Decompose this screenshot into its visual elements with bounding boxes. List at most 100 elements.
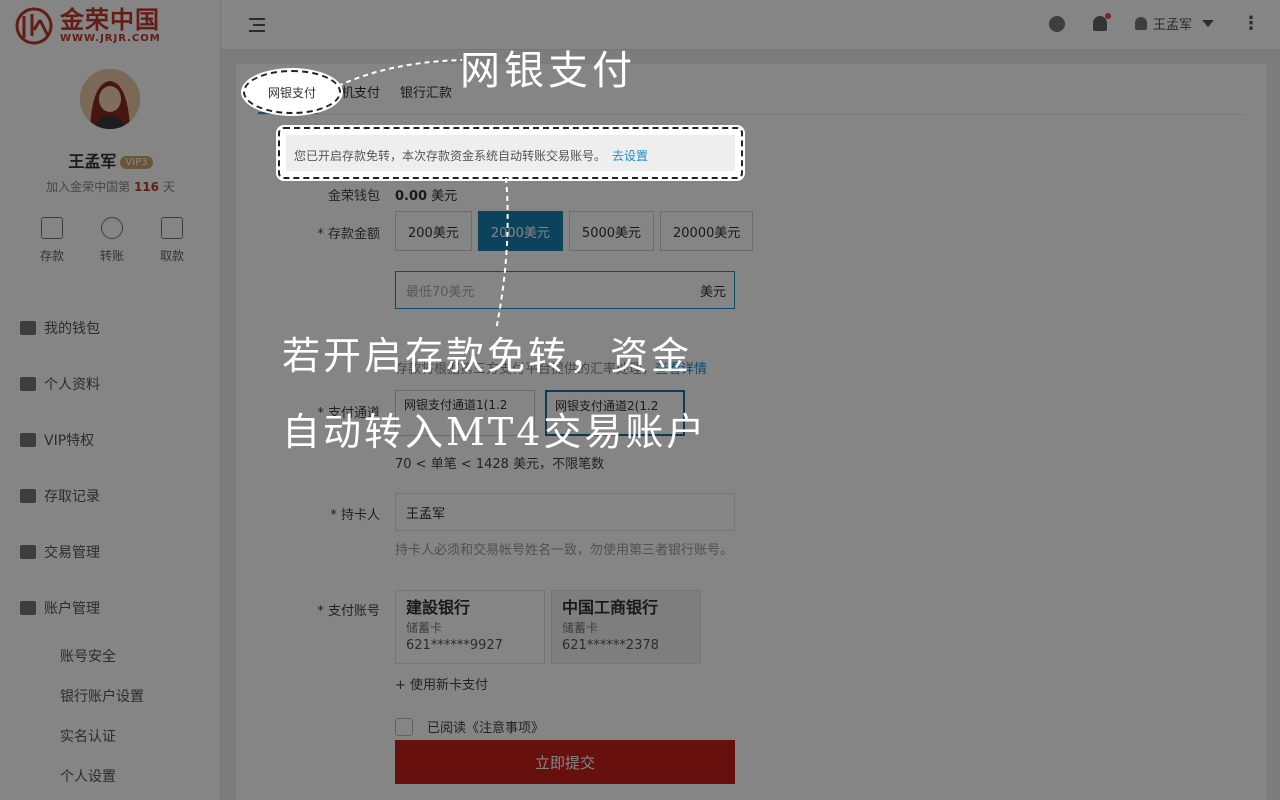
quick-withdraw[interactable]: 取款 [142, 217, 202, 264]
joined-suffix: 天 [162, 180, 175, 194]
account-label: * 支付账号 [317, 604, 380, 619]
card-type: 储蓄卡 [406, 621, 443, 635]
quick-withdraw-label: 取款 [159, 249, 184, 263]
holder-label: * 持卡人 [330, 508, 380, 523]
wallet-unit: 美元 [431, 189, 458, 204]
bank-name: 中国工商银行 [562, 598, 659, 617]
callout-line-2: 自动转入MT4交易账户 [282, 410, 708, 454]
highlight-notice-text: 您已开启存款免转，本次存款资金系统自动转账交易账号。 [294, 149, 607, 163]
sidebar-subitem-settings[interactable]: 个人设置 [0, 756, 221, 796]
menu-toggle-icon[interactable] [249, 18, 265, 32]
highlight-notice-link[interactable]: 去设置 [612, 149, 648, 163]
amount-options: 200美元 2000美元 5000美元 20000美元 [395, 211, 754, 251]
support-icon[interactable] [1048, 15, 1065, 32]
id-card-icon [20, 377, 36, 391]
list-icon [20, 489, 36, 503]
wallet-value: 0.00 [395, 189, 428, 204]
callout-title: 网银支付 [460, 48, 636, 94]
amount-label: * 存款金额 [317, 227, 380, 242]
logo-mark-icon [15, 7, 53, 45]
joined-prefix: 加入金荣中国第 [46, 180, 131, 194]
tab-divider [256, 114, 1246, 115]
joined-days: 116 [133, 180, 160, 194]
notification-bell-icon[interactable] [1092, 13, 1111, 31]
joined-days-text: 加入金荣中国第 116 天 [0, 178, 221, 195]
transfer-icon [101, 217, 123, 239]
avatar[interactable] [80, 69, 140, 129]
quick-deposit[interactable]: 存款 [22, 217, 82, 264]
highlight-notice-content: 您已开启存款免转，本次存款资金系统自动转账交易账号。 去设置 [286, 135, 735, 171]
quick-deposit-label: 存款 [39, 249, 64, 263]
amount-option-20000[interactable]: 20000美元 [660, 211, 754, 251]
sidebar-subitem-verification[interactable]: 实名认证 [0, 716, 221, 756]
sidebar-item-label: 存取记录 [44, 489, 100, 505]
agree-text[interactable]: 已阅读《注意事项》 [427, 717, 544, 736]
card-number: 621******2378 [562, 638, 659, 653]
callout-body: 若开启存款免转，资金 自动转入MT4交易账户 [282, 318, 707, 470]
user-icon [20, 601, 36, 615]
cardholder-hint: 持卡人必须和交易帐号姓名一致，勿使用第三者银行账号。 [395, 543, 734, 558]
chevron-down-icon [1202, 20, 1214, 27]
highlight-notice: 您已开启存款免转，本次存款资金系统自动转账交易账号。 去设置 [278, 127, 743, 179]
sidebar-item-label: 我的钱包 [44, 321, 100, 337]
sidebar-item-trading[interactable]: 交易管理 [0, 524, 221, 580]
sidebar-item-profile[interactable]: 个人资料 [0, 356, 221, 412]
profile-name: 王孟军 [68, 152, 117, 171]
amount-unit: 美元 [699, 284, 726, 300]
quick-actions: 存款 转账 取款 [22, 217, 202, 264]
withdraw-icon [161, 217, 183, 239]
cardholder-value: 王孟军 [406, 506, 446, 522]
sidebar-item-label: 个人资料 [44, 377, 100, 393]
use-new-card-link[interactable]: + 使用新卡支付 [395, 674, 488, 693]
cardholder-field[interactable]: 王孟军 [395, 493, 735, 531]
sidebar-item-records[interactable]: 存取记录 [0, 468, 221, 524]
callout-line-1: 若开启存款免转，资金 [282, 334, 693, 378]
sidebar-item-account[interactable]: 账户管理 [0, 580, 221, 636]
wallet-label: 金荣钱包 [327, 189, 380, 204]
diamond-icon [20, 433, 36, 447]
amount-input[interactable]: 最低70美元 美元 [395, 271, 735, 309]
wallet-icon [20, 321, 36, 335]
more-options-icon[interactable]: ⋮ [1242, 14, 1260, 32]
bank-card[interactable]: 中国工商银行 储蓄卡 621******2378 [551, 590, 701, 664]
highlight-tab-label: 网银支付 [267, 85, 316, 100]
sidebar-item-label: 账户管理 [44, 601, 100, 617]
top-bar: 王孟军 ⋮ [221, 0, 1280, 50]
card-number: 621******9927 [406, 638, 503, 653]
user-menu[interactable]: 王孟军 [1134, 14, 1214, 33]
sidebar-item-label: VIP特权 [44, 433, 95, 449]
sidebar-nav: 我的钱包 个人资料 VIP特权 存取记录 交易管理 账户管理 账号安全 银行账户… [0, 300, 221, 796]
brand-logo[interactable]: 金荣中国 WWW.JRJR.COM [14, 6, 161, 46]
deposit-icon [41, 217, 63, 239]
bank-name: 建設银行 [406, 598, 471, 617]
sidebar: 金荣中国 WWW.JRJR.COM 王孟军 VIP3 加入金荣中国第 116 天 … [0, 0, 221, 800]
amount-option-2000[interactable]: 2000美元 [477, 211, 563, 251]
sidebar-item-vip[interactable]: VIP特权 [0, 412, 221, 468]
sidebar-item-wallet[interactable]: 我的钱包 [0, 300, 221, 356]
agreement-row: 已阅读《注意事项》 [395, 717, 544, 736]
quick-transfer[interactable]: 转账 [82, 217, 142, 264]
brand-url: WWW.JRJR.COM [60, 33, 161, 44]
sidebar-subitem-security[interactable]: 账号安全 [0, 636, 221, 676]
vip-badge: VIP3 [120, 156, 153, 169]
profile-name-row: 王孟军 VIP3 [0, 148, 221, 172]
card-type: 储蓄卡 [562, 621, 599, 635]
submit-button[interactable]: 立即提交 [395, 740, 735, 784]
bank-card[interactable]: 建設银行 储蓄卡 621******9927 [395, 590, 545, 664]
highlight-online-banking-tab[interactable]: 网银支付 [243, 70, 341, 114]
wallet-balance: 0.00 美元 [395, 185, 457, 204]
top-right-actions: 王孟军 ⋮ [1048, 13, 1260, 33]
amount-placeholder: 最低70美元 [406, 284, 475, 300]
user-icon [1134, 17, 1147, 30]
brand-name: 金荣中国 [60, 6, 160, 34]
money-bag-icon [20, 545, 36, 559]
bank-cards: 建設银行 储蓄卡 621******9927 中国工商银行 储蓄卡 621***… [395, 590, 701, 664]
avatar-image-icon [80, 69, 140, 129]
sidebar-item-label: 交易管理 [44, 545, 100, 561]
amount-option-5000[interactable]: 5000美元 [568, 211, 655, 251]
amount-option-200[interactable]: 200美元 [395, 211, 472, 251]
agree-checkbox[interactable] [395, 717, 413, 736]
sidebar-subitem-bank-accounts[interactable]: 银行账户设置 [0, 676, 221, 716]
topbar-username: 王孟军 [1152, 18, 1192, 33]
tab-bank-transfer[interactable]: 银行汇款 [400, 82, 452, 101]
